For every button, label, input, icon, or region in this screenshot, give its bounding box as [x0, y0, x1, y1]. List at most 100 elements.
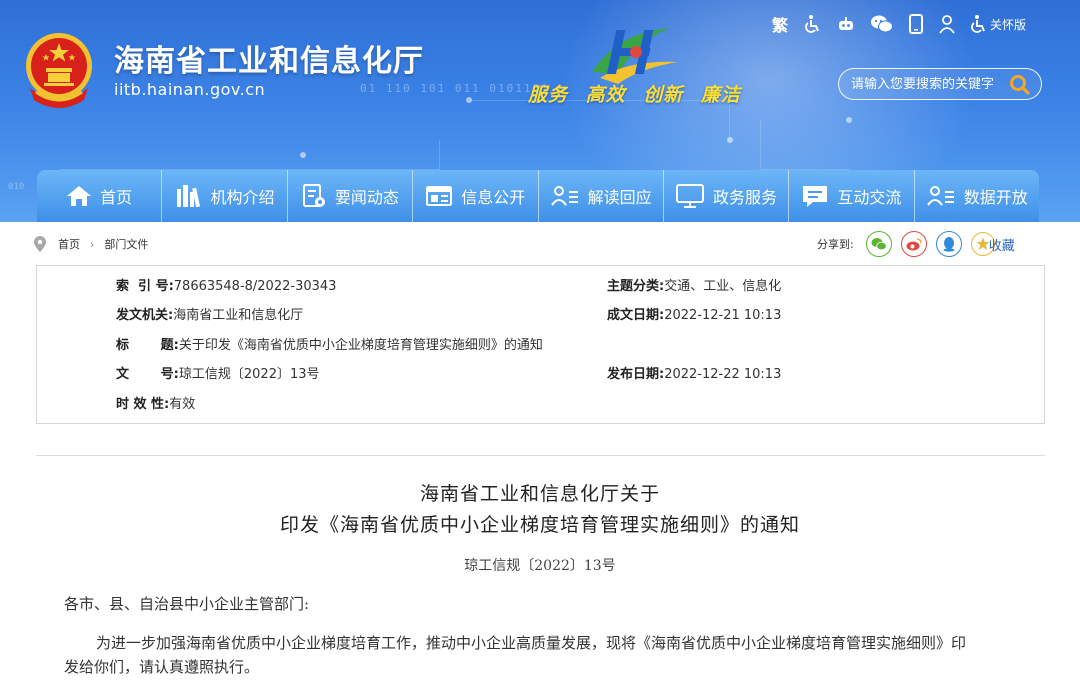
meta-issuer: 发文机关: 海南省工业和信息化厅 — [116, 307, 303, 325]
meta-value: 交通、工业、信息化 — [664, 279, 782, 294]
meta-docno: 文 号: 琼工信规〔2022〕13号 — [116, 366, 320, 384]
document-number: 琼工信规〔2022〕13号 — [464, 558, 616, 574]
document-salutation: 各市、县、自治县中小企业主管部门: — [64, 595, 310, 613]
department-logo-icon — [592, 28, 678, 84]
meta-value: 78663548-8/2022-30343 — [173, 279, 337, 294]
nav-item-gov-service[interactable]: 政务服务 — [663, 170, 790, 222]
document-body-line2: 发给你们，请认真遵照执行。 — [64, 658, 260, 676]
books-icon — [176, 185, 200, 208]
circuit-dot — [846, 117, 852, 123]
favorite-button[interactable]: 收藏 — [970, 232, 1015, 256]
nav-item-organization[interactable]: 机构介绍 — [162, 170, 288, 222]
mobile-icon[interactable] — [908, 10, 924, 38]
meta-title: 标 题: 关于印发《海南省优质中小企业梯度培育管理实施细则》的通知 — [116, 337, 543, 355]
user-list-icon — [550, 186, 578, 206]
meta-value: 2022-12-21 10:13 — [664, 308, 782, 323]
nav-item-interaction[interactable]: 互动交流 — [789, 170, 915, 222]
circuit-dot — [727, 137, 733, 143]
site-title[interactable]: 海南省工业和信息化厅 — [114, 36, 424, 80]
breadcrumb-dept-files[interactable]: 部门文件 — [104, 236, 148, 252]
meta-label: 标 题: — [116, 338, 179, 353]
main-nav: 首页 机构介绍 要闻动态 信息公开 解读回应 政务服务 互动交流 数据开放 — [37, 170, 1039, 222]
nav-label: 要闻动态 — [334, 188, 399, 207]
qq-icon — [943, 237, 955, 252]
slogan-service: 服务 — [528, 84, 569, 106]
chevron-right-icon: › — [90, 237, 95, 251]
meta-value: 琼工信规〔2022〕13号 — [178, 367, 320, 382]
care-mode-label: 关怀版 — [990, 17, 1027, 32]
content-divider — [36, 455, 1045, 456]
slogan-efficiency: 高效 — [585, 84, 626, 106]
nav-label: 解读回应 — [587, 188, 652, 207]
nav-item-info-public[interactable]: 信息公开 — [413, 170, 539, 222]
breadcrumb: 首页 › 部门文件 — [34, 235, 148, 253]
meta-label: 成文日期: — [607, 308, 665, 323]
slogan: 服务 高效 创新 廉洁 — [528, 80, 751, 107]
circuit-dot — [466, 97, 472, 103]
weibo-icon — [906, 238, 922, 251]
meta-publish-date: 发布日期: 2022-12-22 10:13 — [607, 366, 781, 384]
nav-label: 首页 — [100, 188, 133, 207]
meta-value: 关于印发《海南省优质中小企业梯度培育管理实施细则》的通知 — [178, 338, 543, 353]
national-emblem-icon — [26, 33, 92, 108]
meta-label: 时 效 性: — [116, 397, 170, 412]
data-user-icon — [926, 186, 954, 206]
nav-item-open-data[interactable]: 数据开放 — [914, 170, 1039, 222]
meta-value: 2022-12-22 10:13 — [664, 367, 782, 382]
meta-index: 索 引 号: 78663548-8/2022-30343 — [116, 278, 336, 296]
search-input[interactable] — [851, 76, 1011, 92]
favorite-label: 收藏 — [988, 238, 1015, 254]
site-url[interactable]: iitb.hainan.gov.cn — [114, 80, 265, 99]
search-icon[interactable] — [1009, 74, 1031, 96]
news-icon — [302, 184, 325, 207]
share-qq-button[interactable] — [935, 231, 962, 257]
circuit-dot — [300, 152, 306, 158]
home-icon — [67, 186, 92, 206]
binary-decoration: 01 110 101 011 0101101 — [360, 82, 550, 95]
nav-item-news[interactable]: 要闻动态 — [287, 170, 414, 222]
circuit-line — [760, 120, 850, 170]
binary-decoration-left: 010 — [8, 182, 25, 192]
nav-label: 信息公开 — [461, 188, 526, 207]
nav-label: 政务服务 — [713, 188, 778, 207]
slogan-integrity: 廉洁 — [700, 84, 741, 106]
nav-label: 互动交流 — [837, 188, 902, 207]
meta-validity: 时 效 性: 有效 — [116, 396, 195, 414]
traditional-chinese-toggle[interactable]: 繁 — [772, 10, 788, 38]
breadcrumb-home[interactable]: 首页 — [58, 236, 80, 252]
meta-label: 主题分类: — [607, 279, 665, 294]
nav-label: 数据开放 — [963, 188, 1028, 207]
meta-label: 文 号: — [116, 367, 179, 382]
meta-label: 索 引 号: — [116, 279, 174, 294]
document-title-line2: 印发《海南省优质中小企业梯度培育管理实施细则》的通知 — [279, 514, 800, 536]
care-mode-button[interactable]: 关怀版 — [970, 10, 1026, 38]
accessibility-toolbar: 繁 关怀版 — [772, 10, 1026, 38]
info-icon — [426, 186, 453, 206]
meta-label: 发布日期: — [607, 367, 665, 382]
meta-topic: 主题分类: 交通、工业、信息化 — [607, 278, 781, 296]
meta-label: 发文机关: — [116, 308, 174, 323]
share-bar: 分享到: 收藏 — [817, 230, 1015, 258]
share-weibo-button[interactable] — [900, 231, 927, 257]
document-meta-table: 索 引 号: 78663548-8/2022-30343 主题分类: 交通、工业… — [36, 265, 1045, 424]
wheelchair-icon[interactable] — [802, 10, 822, 38]
robot-icon[interactable] — [836, 10, 856, 38]
search-box — [838, 68, 1042, 100]
nav-item-home[interactable]: 首页 — [37, 170, 163, 222]
wechat-icon[interactable] — [870, 10, 894, 38]
circuit-line — [60, 140, 440, 170]
share-label: 分享到: — [817, 238, 854, 251]
location-pin-icon — [34, 236, 46, 252]
document-body-line1: 为进一步加强海南省优质中小企业梯度培育工作，推动中小企业高质量发展，现将《海南省… — [96, 634, 967, 652]
slogan-innovation: 创新 — [643, 84, 684, 106]
wechat-icon — [871, 238, 887, 251]
care-mode-icon — [971, 15, 985, 33]
monitor-icon — [676, 184, 705, 208]
nav-label: 机构介绍 — [210, 188, 275, 207]
meta-value: 海南省工业和信息化厅 — [173, 308, 304, 323]
meta-date-written: 成文日期: 2022-12-21 10:13 — [607, 307, 781, 325]
document-title-line1: 海南省工业和信息化厅关于 — [419, 483, 660, 505]
share-wechat-button[interactable] — [865, 231, 892, 257]
user-icon[interactable] — [938, 10, 956, 38]
nav-item-interpretation[interactable]: 解读回应 — [538, 170, 664, 222]
